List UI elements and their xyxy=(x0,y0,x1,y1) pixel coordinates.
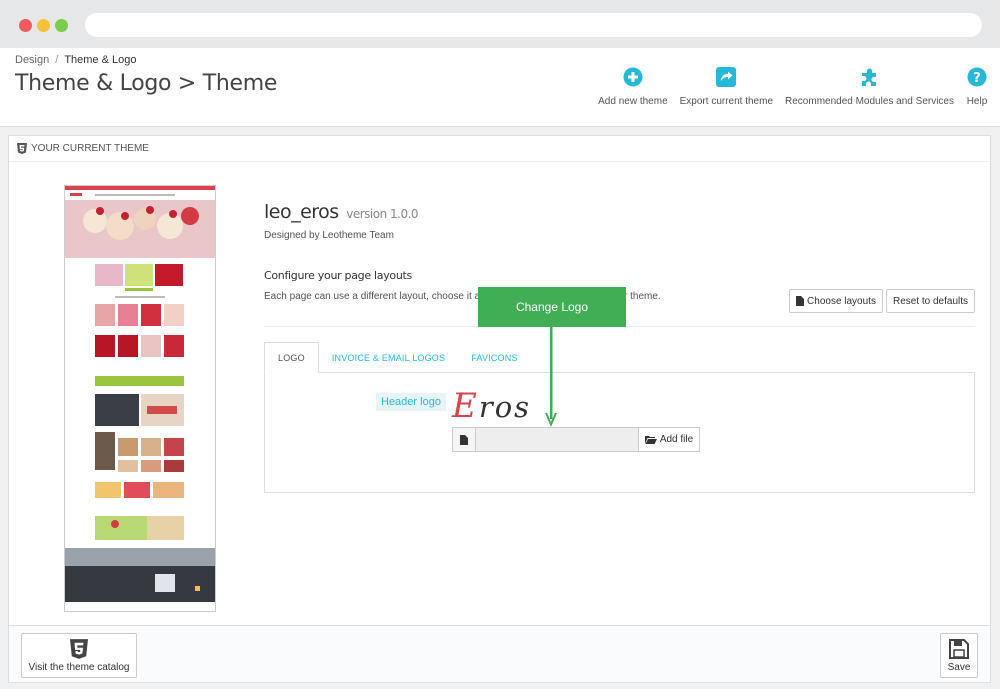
current-theme-panel: YOUR CURRENT THEME leo_eros version 1.0.… xyxy=(8,135,991,625)
floppy-disk-icon xyxy=(949,638,969,659)
export-theme-label: Export current theme xyxy=(679,96,774,107)
logo-file-upload: Add file xyxy=(452,427,700,452)
file-icon xyxy=(452,427,476,452)
callout-arrow-down-icon xyxy=(545,327,557,427)
plus-circle-icon xyxy=(622,66,644,88)
browser-chrome xyxy=(0,0,1000,48)
theme-name-heading: leo_eros version 1.0.0 xyxy=(264,201,419,223)
theme-preview-image xyxy=(64,185,216,612)
page-title: Theme & Logo > Theme xyxy=(15,71,278,96)
html5-small-icon xyxy=(17,143,27,154)
header-logo-label: Header logo xyxy=(376,393,446,411)
save-label: Save xyxy=(947,661,971,673)
config-layouts-title: Configure your page layouts xyxy=(264,269,412,282)
add-file-button[interactable]: Add file xyxy=(638,427,700,452)
visit-theme-catalog-label: Visit the theme catalog xyxy=(28,661,130,673)
panel-heading: YOUR CURRENT THEME xyxy=(9,136,990,162)
config-layouts-description: Each page can use a different layout, ch… xyxy=(264,291,661,302)
visit-theme-catalog-button[interactable]: Visit the theme catalog xyxy=(21,633,137,678)
change-logo-callout: Change Logo xyxy=(478,287,626,327)
logo-tabs: LOGO INVOICE & EMAIL LOGOS FAVICONS xyxy=(264,342,531,373)
svg-text:?: ? xyxy=(973,71,981,86)
html5-icon xyxy=(70,638,88,659)
share-icon xyxy=(715,66,737,88)
theme-designer: Designed by Leotheme Team xyxy=(264,230,394,241)
page-header: Design / Theme & Logo Theme & Logo > Theme… xyxy=(0,48,1000,127)
address-bar[interactable] xyxy=(85,13,982,37)
choose-layouts-label: Choose layouts xyxy=(807,295,876,307)
close-window-dot[interactable] xyxy=(19,19,32,32)
tab-logo[interactable]: LOGO xyxy=(264,342,319,373)
add-new-theme-button[interactable]: Add new theme xyxy=(598,66,668,107)
maximize-window-dot[interactable] xyxy=(55,19,68,32)
choose-layouts-button[interactable]: Choose layouts xyxy=(789,289,883,313)
help-button[interactable]: ? Help xyxy=(966,66,988,107)
export-theme-button[interactable]: Export current theme xyxy=(680,66,773,107)
puzzle-icon xyxy=(859,66,881,88)
recommended-modules-label: Recommended Modules and Services xyxy=(785,96,954,107)
minimize-window-dot[interactable] xyxy=(37,19,50,32)
breadcrumb: Design / Theme & Logo xyxy=(15,54,136,66)
config-desc-tail: r theme. xyxy=(624,291,661,302)
question-circle-icon: ? xyxy=(966,66,988,88)
logo-rest-letters: ros xyxy=(478,390,532,424)
reset-defaults-button[interactable]: Reset to defaults xyxy=(886,289,975,313)
panel-footer: Visit the theme catalog Save xyxy=(8,625,991,683)
reset-defaults-label: Reset to defaults xyxy=(892,295,969,307)
file-icon xyxy=(796,296,805,306)
add-file-label: Add file xyxy=(659,434,694,445)
toolbar: Add new theme Export current theme Recom… xyxy=(586,66,988,107)
theme-name: leo_eros xyxy=(264,201,339,223)
tab-invoice-email-logos[interactable]: INVOICE & EMAIL LOGOS xyxy=(319,342,458,373)
logo-cap-letter: E xyxy=(452,386,479,426)
recommended-modules-button[interactable]: Recommended Modules and Services xyxy=(785,66,954,107)
config-desc-text: Each page can use a different layout, ch… xyxy=(264,291,481,302)
tab-favicons[interactable]: FAVICONS xyxy=(458,342,530,373)
panel-heading-label: YOUR CURRENT THEME xyxy=(31,143,149,154)
breadcrumb-separator: / xyxy=(55,54,59,66)
folder-open-icon xyxy=(644,436,657,444)
save-button[interactable]: Save xyxy=(940,633,978,678)
breadcrumb-design[interactable]: Design xyxy=(15,54,49,66)
theme-version: version 1.0.0 xyxy=(346,207,419,221)
add-new-theme-label: Add new theme xyxy=(598,96,668,107)
breadcrumb-current: Theme & Logo xyxy=(64,54,137,66)
header-logo-image: Eros xyxy=(452,386,531,426)
help-label: Help xyxy=(966,96,988,107)
